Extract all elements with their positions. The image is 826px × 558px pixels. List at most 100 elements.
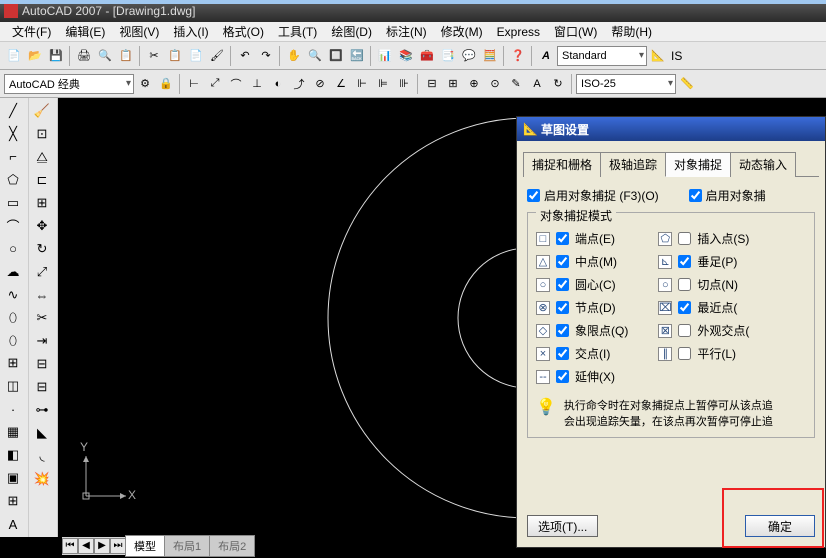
- offset-icon[interactable]: ⊏: [31, 169, 53, 191]
- tab-polar[interactable]: 极轴追踪: [600, 152, 666, 177]
- dim-arc-icon[interactable]: ⌒: [226, 74, 246, 94]
- move-icon[interactable]: ✥: [31, 215, 53, 237]
- pline-icon[interactable]: ⌐: [2, 146, 24, 168]
- enable-osnap-checkbox[interactable]: 启用对象捕捉 (F3)(O): [527, 187, 659, 204]
- osnap-item-l-5[interactable]: ×交点(I): [536, 345, 628, 362]
- osnap-item-r-1[interactable]: ⊾垂足(P): [658, 253, 749, 270]
- tpalette-icon[interactable]: 🧰: [417, 46, 437, 66]
- osnap-checkbox[interactable]: [556, 370, 569, 383]
- menu-w[interactable]: 窗口(W): [548, 21, 603, 42]
- dim-jog-icon[interactable]: ⤴: [289, 74, 309, 94]
- break-icon[interactable]: ⊟: [31, 376, 53, 398]
- circle-icon[interactable]: ○: [2, 238, 24, 260]
- osnap-checkbox[interactable]: [556, 347, 569, 360]
- osnap-item-r-0[interactable]: ⬠插入点(S): [658, 230, 749, 247]
- save-icon[interactable]: 💾: [46, 46, 66, 66]
- menu-h[interactable]: 帮助(H): [605, 21, 658, 42]
- tab-snap-grid[interactable]: 捕捉和栅格: [523, 152, 601, 177]
- match-icon[interactable]: 🖌: [207, 46, 227, 66]
- extend-icon[interactable]: ⇥: [31, 330, 53, 352]
- explode-icon[interactable]: 💥: [31, 468, 53, 490]
- enable-otrack-checkbox[interactable]: 启用对象捕: [689, 187, 766, 204]
- chamfer-icon[interactable]: ◣: [31, 422, 53, 444]
- osnap-item-l-3[interactable]: ⊗节点(D): [536, 299, 628, 316]
- dim-aligned-icon[interactable]: ⤢: [205, 74, 225, 94]
- break-pt-icon[interactable]: ⊟: [31, 353, 53, 375]
- osnap-checkbox[interactable]: [556, 255, 569, 268]
- new-icon[interactable]: 📄: [4, 46, 24, 66]
- dim-tedit-icon[interactable]: A: [527, 74, 547, 94]
- menu-i[interactable]: 插入(I): [167, 21, 214, 42]
- print-icon[interactable]: 🖨: [74, 46, 94, 66]
- copy-obj-icon[interactable]: ⊡: [31, 123, 53, 145]
- join-icon[interactable]: ⊶: [31, 399, 53, 421]
- gradient-icon[interactable]: ◧: [2, 444, 24, 466]
- fillet-icon[interactable]: ◟: [31, 445, 53, 467]
- osnap-item-l-0[interactable]: □端点(E): [536, 230, 628, 247]
- workspace-combo[interactable]: AutoCAD 经典: [4, 74, 134, 94]
- ok-button[interactable]: 确定: [745, 515, 815, 537]
- region-icon[interactable]: ▣: [2, 467, 24, 489]
- block-icon[interactable]: ◫: [2, 375, 24, 397]
- osnap-item-l-2[interactable]: ○圆心(C): [536, 276, 628, 293]
- menu-n[interactable]: 标注(N): [380, 21, 433, 42]
- dim-linear-icon[interactable]: ⊢: [184, 74, 204, 94]
- dim-space-icon[interactable]: ⊟: [422, 74, 442, 94]
- menu-d[interactable]: 绘图(D): [325, 21, 378, 42]
- tab-dyn-input[interactable]: 动态输入: [730, 152, 796, 177]
- tab-model[interactable]: 模型: [125, 535, 165, 557]
- props-icon[interactable]: 📊: [375, 46, 395, 66]
- osnap-item-r-4[interactable]: ⊠外观交点(: [658, 322, 749, 339]
- dim-break-icon[interactable]: ⊞: [443, 74, 463, 94]
- menu-m[interactable]: 修改(M): [435, 21, 489, 42]
- polygon-icon[interactable]: ⬠: [2, 169, 24, 191]
- help-icon[interactable]: ❓: [508, 46, 528, 66]
- insert-icon[interactable]: ⊞: [2, 352, 24, 374]
- osnap-item-l-4[interactable]: ◇象限点(Q): [536, 322, 628, 339]
- menu-v[interactable]: 视图(V): [113, 21, 165, 42]
- point-icon[interactable]: ·: [2, 398, 24, 420]
- tab-prev-icon[interactable]: ◀: [78, 538, 94, 554]
- calc-icon[interactable]: 🧮: [480, 46, 500, 66]
- osnap-checkbox[interactable]: [678, 347, 691, 360]
- rect-icon[interactable]: ▭: [2, 192, 24, 214]
- copy-icon[interactable]: 📋: [165, 46, 185, 66]
- scale-icon[interactable]: ⤢: [31, 261, 53, 283]
- array-icon[interactable]: ⊞: [31, 192, 53, 214]
- text-icon[interactable]: A: [2, 513, 24, 535]
- pan-icon[interactable]: ✋: [284, 46, 304, 66]
- osnap-checkbox[interactable]: [678, 255, 691, 268]
- menu-express[interactable]: Express: [491, 23, 546, 41]
- osnap-checkbox[interactable]: [556, 232, 569, 245]
- tab-first-icon[interactable]: ⏮: [62, 538, 78, 554]
- menu-f[interactable]: 文件(F): [6, 21, 57, 42]
- cut-icon[interactable]: ✂: [144, 46, 164, 66]
- dim-edit-icon[interactable]: ✎: [506, 74, 526, 94]
- text-style-combo[interactable]: Standard: [557, 46, 647, 66]
- trim-icon[interactable]: ✂: [31, 307, 53, 329]
- spline-icon[interactable]: ∿: [2, 284, 24, 306]
- dim-base-icon[interactable]: ⊫: [373, 74, 393, 94]
- dim-cont-icon[interactable]: ⊪: [394, 74, 414, 94]
- menu-e[interactable]: 编辑(E): [59, 21, 111, 42]
- ws-lock-icon[interactable]: 🔒: [156, 74, 176, 94]
- osnap-checkbox[interactable]: [556, 278, 569, 291]
- dialog-titlebar[interactable]: 📐 草图设置: [517, 117, 825, 141]
- osnap-checkbox[interactable]: [678, 301, 691, 314]
- osnap-item-r-5[interactable]: ∥平行(L): [658, 345, 749, 362]
- open-icon[interactable]: 📂: [25, 46, 45, 66]
- options-button[interactable]: 选项(T)...: [527, 515, 598, 537]
- table-icon[interactable]: ⊞: [2, 490, 24, 512]
- undo-icon[interactable]: ↶: [235, 46, 255, 66]
- osnap-checkbox[interactable]: [678, 324, 691, 337]
- zoom-win-icon[interactable]: 🔲: [326, 46, 346, 66]
- text-style-icon[interactable]: A: [536, 46, 556, 66]
- osnap-item-r-2[interactable]: ○切点(N): [658, 276, 749, 293]
- tab-osnap[interactable]: 对象捕捉: [665, 152, 731, 177]
- revcloud-icon[interactable]: ☁: [2, 261, 24, 283]
- mirror-icon[interactable]: ⧋: [31, 146, 53, 168]
- dim-diam-icon[interactable]: ⊘: [310, 74, 330, 94]
- center-mark-icon[interactable]: ⊙: [485, 74, 505, 94]
- menu-t[interactable]: 工具(T): [272, 21, 323, 42]
- osnap-item-l-1[interactable]: △中点(M): [536, 253, 628, 270]
